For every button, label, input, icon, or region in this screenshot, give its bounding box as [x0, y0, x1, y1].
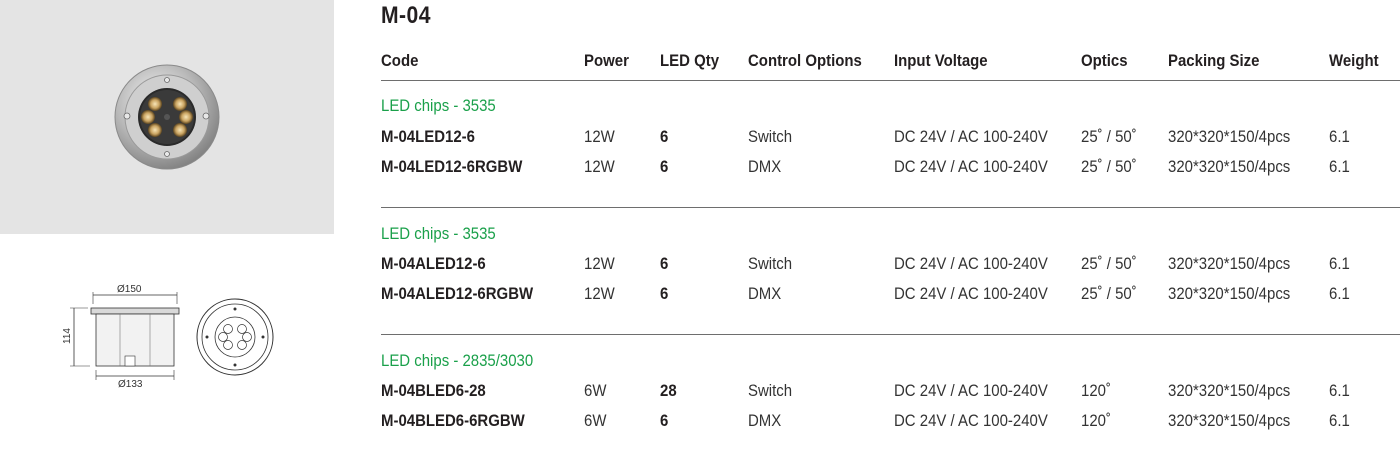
row-weight: 6.1 — [1329, 411, 1350, 430]
row-optics: 25˚ / 50˚ — [1081, 254, 1137, 273]
header-input-voltage: Input Voltage — [894, 51, 988, 70]
row-power: 12W — [584, 127, 615, 146]
row-voltage: DC 24V / AC 100-240V — [894, 411, 1048, 430]
row-led-qty: 6 — [660, 127, 669, 146]
row-optics: 25˚ / 50˚ — [1081, 284, 1137, 303]
header-optics: Optics — [1081, 51, 1128, 70]
row-voltage: DC 24V / AC 100-240V — [894, 127, 1048, 146]
row-code: M-04LED12-6 — [381, 127, 475, 146]
row-optics: 120˚ — [1081, 411, 1111, 430]
header-weight: Weight — [1329, 51, 1379, 70]
group-label: LED chips - 3535 — [381, 96, 496, 115]
row-power: 12W — [584, 254, 615, 273]
height-label: 114 — [62, 328, 73, 344]
dimension-drawing-svg: Ø150 Ø133 114 — [62, 284, 274, 390]
row-voltage: DC 24V / AC 100-240V — [894, 254, 1048, 273]
row-weight: 6.1 — [1329, 381, 1350, 400]
header-power: Power — [584, 51, 629, 70]
header-code: Code — [381, 51, 419, 70]
group-divider — [381, 334, 1400, 335]
product-photo-image — [114, 64, 220, 170]
row-led-qty: 28 — [660, 381, 677, 400]
row-code: M-04BLED6-28 — [381, 381, 486, 400]
row-power: 12W — [584, 284, 615, 303]
row-weight: 6.1 — [1329, 254, 1350, 273]
row-packing: 320*320*150/4pcs — [1168, 157, 1291, 176]
row-weight: 6.1 — [1329, 284, 1350, 303]
row-packing: 320*320*150/4pcs — [1168, 381, 1291, 400]
row-weight: 6.1 — [1329, 127, 1350, 146]
row-packing: 320*320*150/4pcs — [1168, 254, 1291, 273]
row-control: DMX — [748, 284, 782, 303]
row-optics: 25˚ / 50˚ — [1081, 157, 1137, 176]
row-control: DMX — [748, 411, 782, 430]
header-control-options: Control Options — [748, 51, 862, 70]
row-control: Switch — [748, 254, 793, 273]
product-title: M-04 — [381, 2, 431, 29]
row-led-qty: 6 — [660, 254, 669, 273]
row-packing: 320*320*150/4pcs — [1168, 411, 1291, 430]
row-control: Switch — [748, 381, 793, 400]
row-packing: 320*320*150/4pcs — [1168, 127, 1291, 146]
row-voltage: DC 24V / AC 100-240V — [894, 381, 1048, 400]
group-label: LED chips - 2835/3030 — [381, 351, 534, 370]
row-led-qty: 6 — [660, 411, 669, 430]
row-voltage: DC 24V / AC 100-240V — [894, 284, 1048, 303]
row-code: M-04LED12-6RGBW — [381, 157, 523, 176]
row-optics: 25˚ / 50˚ — [1081, 127, 1137, 146]
group-label: LED chips - 3535 — [381, 224, 496, 243]
row-power: 12W — [584, 157, 615, 176]
header-divider — [381, 80, 1400, 81]
row-control: Switch — [748, 127, 793, 146]
row-optics: 120˚ — [1081, 381, 1111, 400]
row-led-qty: 6 — [660, 284, 669, 303]
product-photo — [0, 0, 334, 234]
bottom-diameter-label: Ø133 — [118, 379, 143, 390]
row-code: M-04ALED12-6RGBW — [381, 284, 534, 303]
header-led-qty: LED Qty — [660, 51, 720, 70]
row-led-qty: 6 — [660, 157, 669, 176]
group-divider — [381, 207, 1400, 208]
top-diameter-label: Ø150 — [117, 284, 142, 295]
row-packing: 320*320*150/4pcs — [1168, 284, 1291, 303]
row-voltage: DC 24V / AC 100-240V — [894, 157, 1048, 176]
row-code: M-04ALED12-6 — [381, 254, 486, 273]
row-code: M-04BLED6-6RGBW — [381, 411, 525, 430]
row-power: 6W — [584, 411, 607, 430]
row-power: 6W — [584, 381, 607, 400]
header-packing-size: Packing Size — [1168, 51, 1260, 70]
dimension-drawing: Ø150 Ø133 114 — [40, 270, 300, 400]
row-control: DMX — [748, 157, 782, 176]
row-weight: 6.1 — [1329, 157, 1350, 176]
